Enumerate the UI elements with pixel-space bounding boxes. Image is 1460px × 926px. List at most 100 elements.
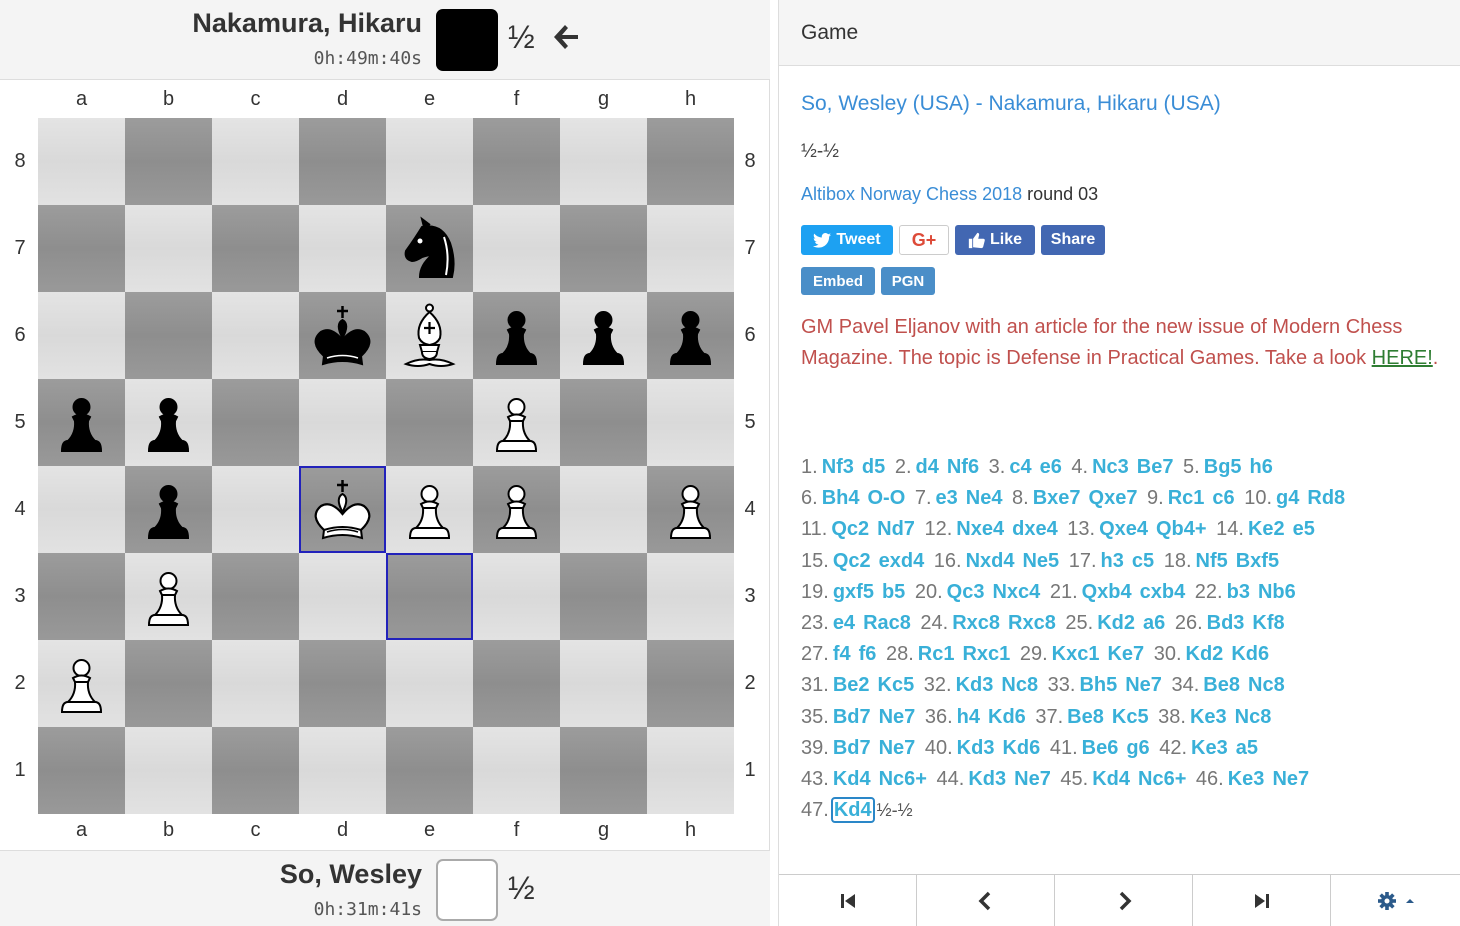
move[interactable]: h3 xyxy=(1101,550,1124,572)
square-g8[interactable] xyxy=(560,118,647,205)
move[interactable]: Nc6+ xyxy=(1138,768,1186,790)
move[interactable]: Kxc1 xyxy=(1052,643,1100,665)
move[interactable]: Rc1 xyxy=(918,643,955,665)
move[interactable]: f4 xyxy=(833,643,851,665)
square-g1[interactable] xyxy=(560,727,647,814)
square-c4[interactable] xyxy=(212,466,299,553)
move[interactable]: Nf3 xyxy=(822,456,854,478)
square-a2[interactable] xyxy=(38,640,125,727)
square-e2[interactable] xyxy=(386,640,473,727)
move[interactable]: gxf5 xyxy=(833,581,874,603)
square-g6[interactable] xyxy=(560,292,647,379)
move[interactable]: Bd7 xyxy=(833,706,871,728)
white-pawn-icon[interactable] xyxy=(44,646,119,721)
square-f1[interactable] xyxy=(473,727,560,814)
white-pawn-icon[interactable] xyxy=(479,472,554,547)
black-pawn-icon[interactable] xyxy=(479,298,554,373)
square-h5[interactable] xyxy=(647,379,734,466)
flip-arrow-icon[interactable] xyxy=(552,22,582,52)
move[interactable]: c6 xyxy=(1212,487,1234,509)
square-c6[interactable] xyxy=(212,292,299,379)
square-d4[interactable] xyxy=(299,466,386,553)
move[interactable]: Ke3 xyxy=(1191,737,1228,759)
move[interactable]: Bxe7 xyxy=(1033,487,1081,509)
move[interactable]: Ke3 xyxy=(1228,768,1265,790)
move[interactable]: Bd3 xyxy=(1207,612,1245,634)
move[interactable]: Kc5 xyxy=(878,674,915,696)
square-g4[interactable] xyxy=(560,466,647,553)
move[interactable]: Kc5 xyxy=(1112,706,1149,728)
move[interactable]: Be6 xyxy=(1082,737,1119,759)
move[interactable]: Qxb4 xyxy=(1082,581,1132,603)
move[interactable]: Ne7 xyxy=(879,737,916,759)
move[interactable]: a6 xyxy=(1143,612,1165,634)
square-a1[interactable] xyxy=(38,727,125,814)
square-d8[interactable] xyxy=(299,118,386,205)
move[interactable]: Kf8 xyxy=(1252,612,1284,634)
white-bishop-icon[interactable] xyxy=(392,298,467,373)
square-f7[interactable] xyxy=(473,205,560,292)
move[interactable]: h6 xyxy=(1250,456,1273,478)
move[interactable]: Nxd4 xyxy=(966,550,1015,572)
square-d1[interactable] xyxy=(299,727,386,814)
move[interactable]: Qc3 xyxy=(947,581,985,603)
move[interactable]: Kd6 xyxy=(988,706,1026,728)
move[interactable]: Kd6 xyxy=(1231,643,1269,665)
move[interactable]: d5 xyxy=(862,456,885,478)
last-move-button[interactable] xyxy=(1193,875,1331,926)
move[interactable]: e5 xyxy=(1293,518,1315,540)
chess-board[interactable] xyxy=(38,118,734,814)
move[interactable]: Qb4+ xyxy=(1156,518,1207,540)
promo-link[interactable]: HERE! xyxy=(1372,347,1433,369)
move[interactable]: e6 xyxy=(1040,456,1062,478)
black-pawn-icon[interactable] xyxy=(653,298,728,373)
previous-move-button[interactable] xyxy=(917,875,1055,926)
square-a8[interactable] xyxy=(38,118,125,205)
move[interactable]: Ne5 xyxy=(1022,550,1059,572)
black-king-icon[interactable] xyxy=(305,298,380,373)
square-h4[interactable] xyxy=(647,466,734,553)
facebook-like-button[interactable]: Like xyxy=(955,225,1035,255)
square-h6[interactable] xyxy=(647,292,734,379)
move[interactable]: g6 xyxy=(1126,737,1149,759)
square-g2[interactable] xyxy=(560,640,647,727)
move[interactable]: Be8 xyxy=(1203,674,1240,696)
move[interactable]: Kd2 xyxy=(1186,643,1224,665)
move[interactable]: Kd6 xyxy=(1002,737,1040,759)
square-b3[interactable] xyxy=(125,553,212,640)
square-a3[interactable] xyxy=(38,553,125,640)
square-c1[interactable] xyxy=(212,727,299,814)
square-b8[interactable] xyxy=(125,118,212,205)
black-knight-icon[interactable] xyxy=(392,211,467,286)
square-d6[interactable] xyxy=(299,292,386,379)
square-e8[interactable] xyxy=(386,118,473,205)
move[interactable]: Kd4 xyxy=(1092,768,1130,790)
move[interactable]: Kd3 xyxy=(968,768,1006,790)
move[interactable]: exd4 xyxy=(879,550,925,572)
settings-button[interactable] xyxy=(1331,875,1460,926)
move[interactable]: Nc8 xyxy=(1001,674,1038,696)
square-g3[interactable] xyxy=(560,553,647,640)
square-b2[interactable] xyxy=(125,640,212,727)
move[interactable]: Bxf5 xyxy=(1236,550,1279,572)
move[interactable]: Kd4 xyxy=(833,768,871,790)
square-c2[interactable] xyxy=(212,640,299,727)
event-link[interactable]: Altibox Norway Chess 2018 xyxy=(801,184,1022,204)
square-c7[interactable] xyxy=(212,205,299,292)
square-e3[interactable] xyxy=(386,553,473,640)
tweet-button[interactable]: Tweet xyxy=(801,225,893,255)
move[interactable]: Qc2 xyxy=(831,518,869,540)
move[interactable]: Nc8 xyxy=(1248,674,1285,696)
move[interactable]: Ne7 xyxy=(879,706,916,728)
move[interactable]: Rxc1 xyxy=(962,643,1010,665)
move[interactable]: Rxc8 xyxy=(1008,612,1056,634)
move[interactable]: Nc6+ xyxy=(879,768,927,790)
square-d7[interactable] xyxy=(299,205,386,292)
move[interactable]: Rd8 xyxy=(1307,487,1345,509)
facebook-share-button[interactable]: Share xyxy=(1041,225,1105,255)
square-a6[interactable] xyxy=(38,292,125,379)
black-pawn-icon[interactable] xyxy=(131,472,206,547)
move[interactable]: Kd3 xyxy=(956,674,994,696)
black-pawn-icon[interactable] xyxy=(566,298,641,373)
square-c3[interactable] xyxy=(212,553,299,640)
